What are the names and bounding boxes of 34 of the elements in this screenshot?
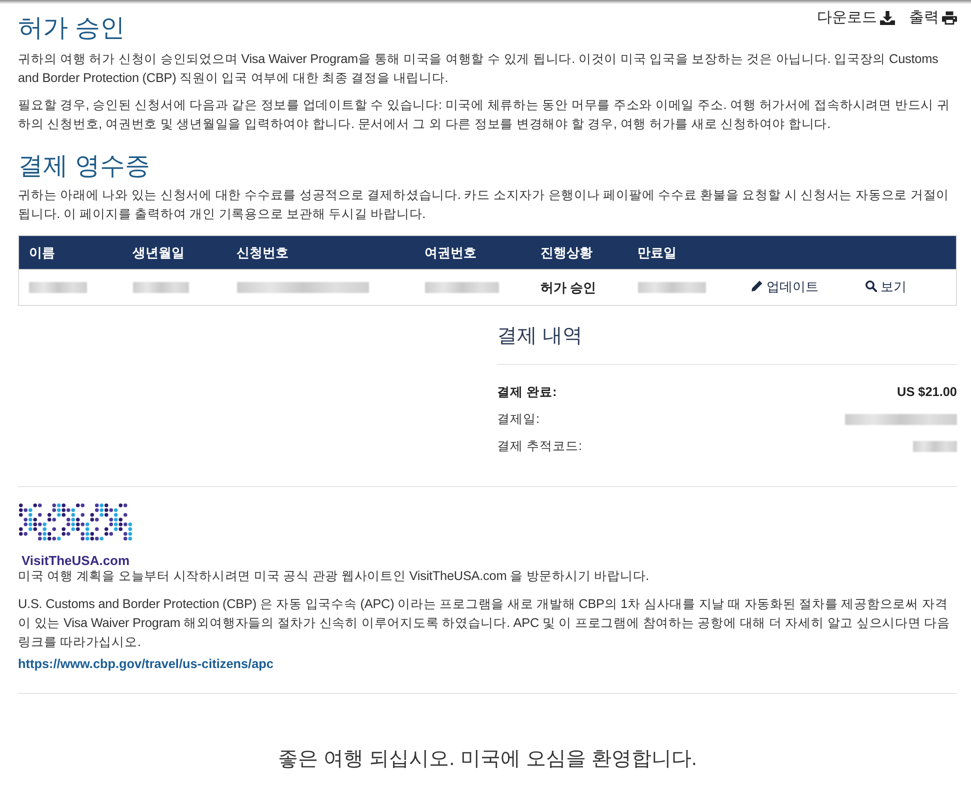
page-title: 허가 승인 xyxy=(18,13,125,43)
section-title: 결제 내역 xyxy=(497,324,584,349)
section-title: 결제 영수증 xyxy=(18,151,151,181)
logo-text: VisitTheUSA.com xyxy=(21,554,130,567)
paragraph: 미국 여행 계획을 오늘부터 시작하시려면 미국 공식 관광 웹사이트인 VisitTheUSA.com 을 방문하시기 바랍니다. xyxy=(18,568,650,585)
download-link[interactable]: 다운로드 xyxy=(817,8,895,28)
payment-label: 결제 추적코드: xyxy=(497,438,582,455)
pencil-icon xyxy=(750,280,762,292)
column-header: 생년월일 xyxy=(122,236,226,270)
payment-value: US $21.00 xyxy=(897,384,957,401)
payment-label: 결제일: xyxy=(497,411,540,428)
column-header: 이름 xyxy=(18,236,122,270)
printer-icon xyxy=(942,11,957,25)
column-header: 만료일 xyxy=(628,236,740,270)
column-header: 여권번호 xyxy=(414,236,530,270)
paragraph: 귀하는 아래에 나와 있는 신청서에 대한 수수료를 성공적으로 결제하셨습니다. 카드 소지자가 은행이나 페이팔에 수수료 환불을 요청할 시 신청서는 자동으로 거절이 됩니다. 이 페이지를 출력하여 개인 기록용으로 보관해 두시길 바랍니다. xyxy=(18,187,950,223)
blurred-text xyxy=(29,282,87,294)
print-link[interactable]: 출력 xyxy=(909,8,957,28)
status-cell: 허가 승인 xyxy=(530,270,628,306)
blurred-text xyxy=(913,441,957,452)
column-header: 신청번호 xyxy=(226,236,414,270)
column-header: 진행상황 xyxy=(530,236,628,270)
paragraph: 귀하의 여행 허가 신청이 승인되었으며 Visa Waiver Program을 통해 미국을 여행할 수 있게 됩니다. 이것이 미국 입국을 보장하는 것은 아닙니다. 입국장의 Customs and Border Protection (CBP) 직원이 입국 여부에 대한 최종 결정을 내립니다. xyxy=(18,51,940,87)
blurred-text xyxy=(638,282,706,294)
view-link[interactable]: 보기 xyxy=(864,276,906,296)
closing-message: 좋은 여행 되십시오. 미국에 오심을 환영합니다. xyxy=(277,747,698,772)
cbp-link[interactable]: https://www.cbp.gov/travel/us-citizens/apc xyxy=(18,657,274,671)
update-link[interactable]: 업데이트 xyxy=(750,276,818,296)
blurred-text xyxy=(132,282,188,294)
paragraph: U.S. Customs and Border Protection (CBP) 은 자동 입국수속 (APC) 이라는 프로그램을 새로 개발해 CBP의 1차 심사대를 지날 때 자동화된 절차를 제공함으로써 자격이 있는 Visa Waiver Program 해외여행자들의 절차가 신속히 이루어지도록 하였습니다. APC 및 이 프로그램에 참여하는 공항에 대해 더 자세히 알고 싶으시다면 다음 링크를 따라가십시오. xyxy=(18,596,951,651)
download-icon xyxy=(880,11,895,25)
payment-label: 결제 완료: xyxy=(497,384,557,401)
paragraph: 필요할 경우, 승인된 신청서에 다음과 같은 정보를 업데이트할 수 있습니다: 미국에 체류하는 동안 머무를 주소와 이메일 주소. 여행 허가서에 접속하시려면 반드시 귀하의 신청번호, 여권번호 및 생년월일을 입력하여야 합니다. 문서에서 그 외 다른 정보를 변경해야 할 경우, 여행 허가를 새로 신청하여야 합니다. xyxy=(18,97,951,133)
search-icon xyxy=(864,280,876,292)
